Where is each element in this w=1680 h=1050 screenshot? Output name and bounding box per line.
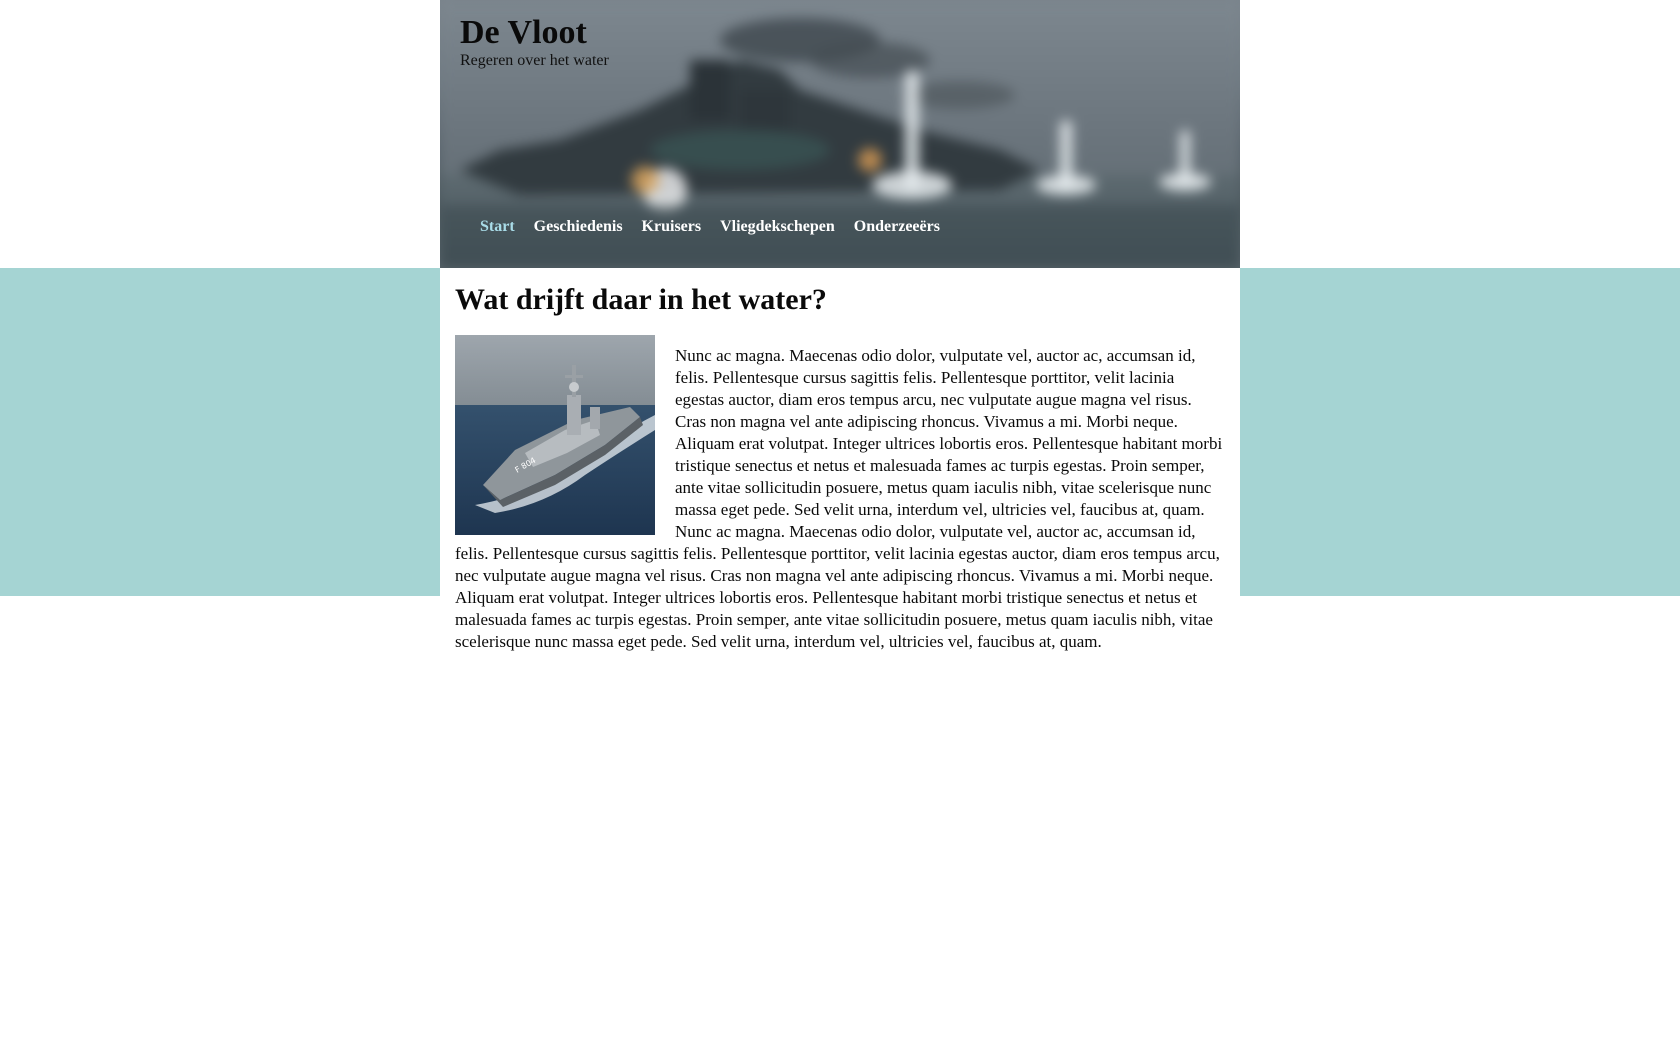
- main-content: Wat drijft daar in het water? F 804 Nunc…: [440, 268, 1240, 661]
- nav-link-vliegdekschepen[interactable]: Vliegdekschepen: [720, 218, 835, 236]
- main-navigation: Start Geschiedenis Kruisers Vliegdeksche…: [480, 218, 940, 236]
- nav-link-kruisers[interactable]: Kruisers: [642, 218, 702, 236]
- nav-link-onderzeeers[interactable]: Onderzeeërs: [854, 218, 940, 236]
- frigate-photo: F 804: [455, 335, 655, 535]
- nav-link-start[interactable]: Start: [480, 218, 515, 236]
- page-container: De Vloot Regeren over het water Start Ge…: [440, 0, 1240, 661]
- page-heading: Wat drijft daar in het water?: [455, 283, 827, 316]
- site-title: De Vloot: [460, 14, 587, 51]
- nav-link-geschiedenis[interactable]: Geschiedenis: [534, 218, 623, 236]
- site-header: De Vloot Regeren over het water Start Ge…: [440, 0, 1240, 268]
- site-tagline: Regeren over het water: [460, 52, 609, 69]
